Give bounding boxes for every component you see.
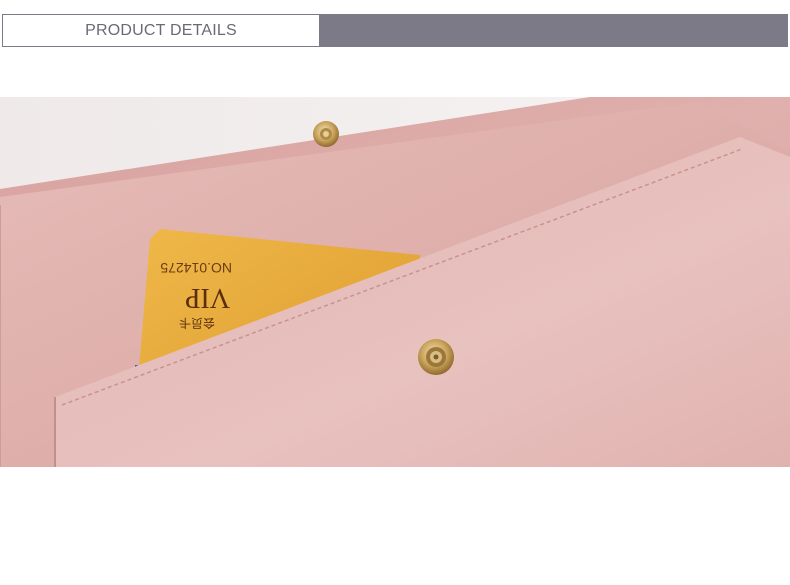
section-header: PRODUCT DETAILS bbox=[2, 14, 788, 47]
product-photo: NO.014275 VIP 会员卡 bbox=[0, 97, 790, 467]
card-number: NO.014275 bbox=[160, 260, 232, 276]
header-title-box: PRODUCT DETAILS bbox=[2, 14, 320, 47]
wallet-illustration: NO.014275 VIP 会员卡 bbox=[0, 97, 790, 467]
center-snap-button bbox=[418, 339, 454, 375]
card-label: VIP bbox=[185, 282, 230, 313]
card-subtext: 会员卡 bbox=[179, 316, 215, 330]
header-title: PRODUCT DETAILS bbox=[85, 21, 237, 39]
header-band bbox=[319, 14, 788, 47]
top-snap-button bbox=[313, 121, 339, 147]
